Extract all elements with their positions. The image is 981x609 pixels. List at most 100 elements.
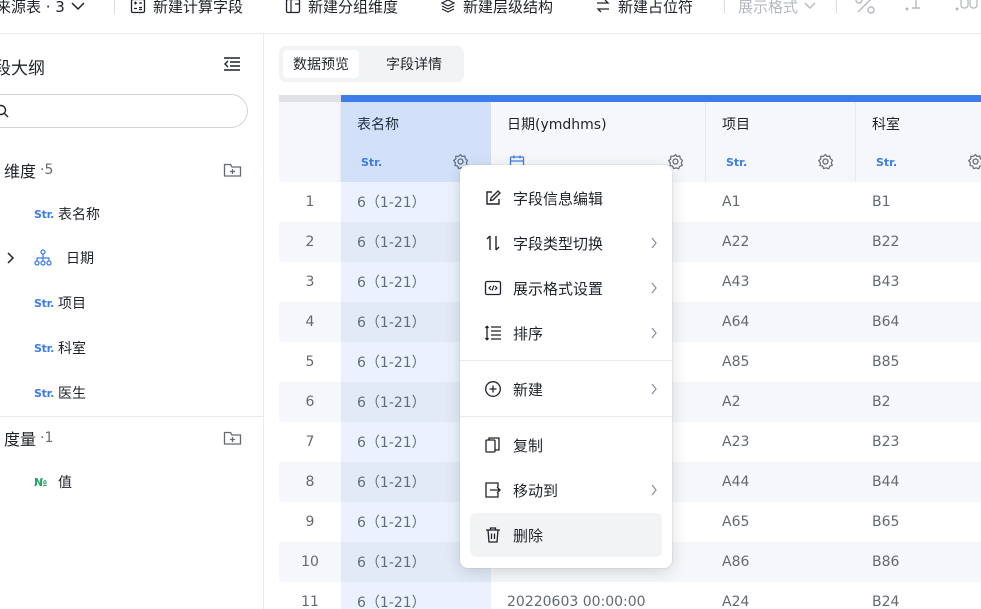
edit-icon: [486, 190, 501, 205]
field-outline-panel: 段大纲 维度 ·5 Str. 表名称 日期 Str. 项目 Str. 科室 St…: [0, 34, 264, 609]
table-cell: A85: [722, 354, 750, 370]
table-cell: B24: [872, 594, 900, 609]
trash-icon: [486, 527, 500, 543]
column-name: 日期(ymdhms): [507, 117, 607, 133]
table-cell: A22: [722, 234, 750, 250]
tab-data-preview[interactable]: 数据预览: [283, 50, 359, 78]
measure-count: ·1: [40, 430, 54, 446]
table-cell: 6（1-21）: [357, 515, 426, 531]
dimension-field-project[interactable]: Str. 项目: [34, 292, 86, 314]
plus-circle-icon: [485, 381, 501, 397]
decimal-increase-icon[interactable]: [954, 0, 981, 14]
new-calc-field-label: 新建计算字段: [153, 0, 244, 16]
menu-item-label: 展示格式设置: [513, 279, 604, 298]
menu-item-label: 字段信息编辑: [513, 189, 604, 208]
measure-group-header[interactable]: 度量 ·1: [4, 427, 53, 449]
row-index: 9: [305, 514, 315, 530]
measure-field-value[interactable]: № 值: [34, 471, 72, 493]
new-group-dim-label: 新建分组维度: [308, 0, 399, 16]
column-header-department[interactable]: 科室 Str.: [856, 102, 981, 182]
menu-item-sort[interactable]: 排序: [470, 311, 662, 355]
chevron-right-icon: [651, 383, 657, 395]
row-index: 10: [301, 554, 319, 570]
display-format-dropdown[interactable]: 展示格式: [738, 0, 816, 18]
row-index: 11: [301, 594, 319, 609]
add-folder-icon[interactable]: [223, 162, 242, 178]
dimension-label: 维度: [4, 162, 37, 181]
search-input[interactable]: [0, 94, 248, 128]
table-cell: B85: [872, 354, 900, 370]
table-cell: 6（1-21）: [357, 235, 426, 251]
chevron-right-icon[interactable]: [6, 252, 16, 264]
source-label: 来源表 · 3: [0, 0, 65, 16]
string-type-tag: Str.: [876, 156, 898, 169]
chevron-down-icon: [804, 2, 816, 9]
menu-item-delete[interactable]: 删除: [470, 513, 662, 557]
table-cell: A43: [722, 274, 750, 290]
table-cell: A65: [722, 514, 750, 530]
menu-item-display-format[interactable]: 展示格式设置: [470, 266, 662, 310]
number-type-tag: №: [34, 475, 48, 489]
field-name: 科室: [58, 341, 86, 357]
string-type-tag: Str.: [34, 341, 55, 355]
calculator-icon: [130, 0, 146, 14]
copy-icon: [485, 437, 500, 453]
menu-item-new[interactable]: 新建: [470, 367, 662, 411]
index-header: [279, 102, 341, 182]
toolbar-divider: [724, 0, 725, 14]
decimal-decrease-icon[interactable]: [904, 0, 928, 14]
column-header-project[interactable]: 项目 Str.: [706, 102, 856, 182]
gear-icon[interactable]: [967, 153, 981, 170]
table-cell: A24: [722, 594, 750, 609]
column-context-menu: 字段信息编辑 字段类型切换 展示格式设置 排序 新建 复制 移动到 删除: [460, 165, 672, 568]
string-type-tag: Str.: [726, 156, 748, 169]
table-cell: 6（1-21）: [357, 275, 426, 291]
percent-icon[interactable]: [854, 0, 876, 14]
collapse-panel-icon[interactable]: [223, 56, 241, 72]
source-table-dropdown[interactable]: 来源表 · 3: [0, 0, 85, 18]
dimension-group-header[interactable]: 维度 ·5: [4, 159, 53, 181]
column-name: 科室: [872, 117, 900, 133]
new-placeholder-button[interactable]: 新建占位符: [595, 0, 693, 18]
table-cell: B86: [872, 554, 900, 570]
gear-icon[interactable]: [817, 153, 834, 170]
tab-field-details[interactable]: 字段详情: [376, 50, 452, 78]
display-format-label: 展示格式: [738, 0, 799, 16]
selection-bar: [341, 95, 981, 102]
menu-item-copy[interactable]: 复制: [470, 423, 662, 467]
row-index: 7: [305, 434, 315, 450]
move-to-icon: [485, 482, 501, 498]
field-name: 值: [58, 475, 72, 491]
new-group-dim-button[interactable]: 新建分组维度: [285, 0, 398, 18]
table-cell: B65: [872, 514, 900, 530]
menu-item-edit-field-info[interactable]: 字段信息编辑: [470, 176, 662, 220]
menu-item-label: 复制: [513, 436, 544, 455]
table-cell: A23: [722, 434, 750, 450]
new-hierarchy-label: 新建层级结构: [463, 0, 554, 16]
menu-divider: [460, 416, 672, 417]
menu-item-label: 移动到: [513, 481, 559, 500]
new-hierarchy-button[interactable]: 新建层级结构: [440, 0, 553, 18]
table-row[interactable]: 11 6（1-21） 20220603 00:00:00 A24 B24: [279, 582, 981, 609]
add-folder-icon[interactable]: [223, 430, 242, 446]
row-index: 3: [305, 274, 315, 290]
index-column-bar: [279, 95, 341, 102]
dimension-field-date[interactable]: 日期: [34, 247, 94, 269]
new-calc-field-button[interactable]: 新建计算字段: [130, 0, 243, 18]
row-index: 4: [305, 314, 315, 330]
field-name: 日期: [66, 251, 94, 267]
string-type-tag: Str.: [34, 386, 55, 400]
sort-icon: [484, 325, 501, 341]
table-cell: A1: [722, 194, 741, 210]
string-type-tag: Str.: [361, 156, 383, 169]
table-cell: 6（1-21）: [357, 435, 426, 451]
menu-item-switch-field-type[interactable]: 字段类型切换: [470, 221, 662, 265]
table-cell: 6（1-21）: [357, 195, 426, 211]
dimension-field-department[interactable]: Str. 科室: [34, 337, 86, 359]
table-cell: B22: [872, 234, 900, 250]
string-type-tag: Str.: [34, 296, 55, 310]
menu-item-label: 排序: [513, 324, 544, 343]
dimension-field-table-name[interactable]: Str. 表名称: [34, 203, 100, 225]
dimension-field-doctor[interactable]: Str. 医生: [34, 382, 86, 404]
menu-item-move-to[interactable]: 移动到: [470, 468, 662, 512]
